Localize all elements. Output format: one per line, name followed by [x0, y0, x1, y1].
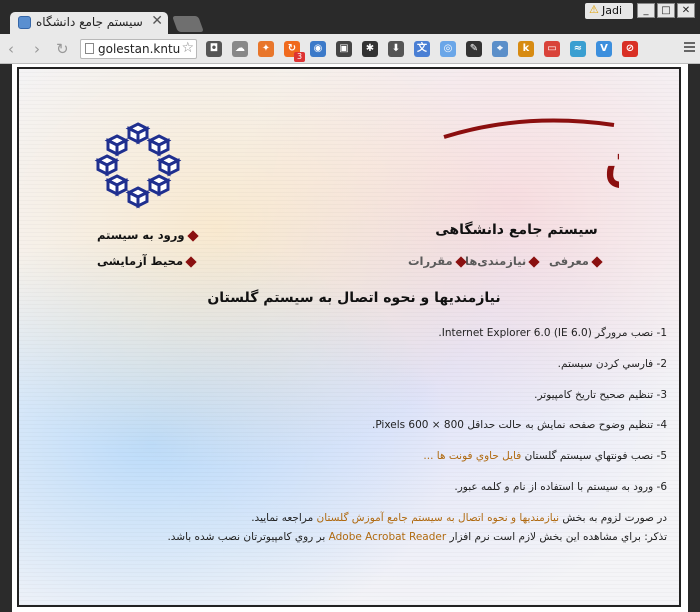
nav-test-env-link[interactable]: محیط آزمایشی	[97, 254, 197, 268]
favicon-icon	[18, 16, 31, 29]
footer-note: در صورت لزوم به بخش نيازمنديها و نحوه ات…	[251, 512, 667, 524]
requirement-item: 4- تنظيم وضوح صفحه نمايش به حالت حداقل P…	[371, 419, 667, 431]
bullet-icon	[591, 255, 603, 268]
new-tab-button[interactable]	[172, 16, 204, 32]
fonts-file-link[interactable]: فايل حاوي فونت ها ...	[423, 450, 521, 462]
requirement-item: 2- فارسي كردن سيستم.	[557, 358, 667, 370]
bullet-icon	[186, 229, 199, 242]
k-icon[interactable]: k	[518, 41, 534, 57]
bookmark-star-icon[interactable]: ☆	[181, 40, 194, 56]
tab-close-icon[interactable]: ✕	[151, 13, 163, 29]
requirement-item: 6- ورود به سيستم با استفاده از نام و كلم…	[454, 481, 667, 493]
wave-icon[interactable]: ≈	[570, 41, 586, 57]
requirement-item: 5- نصب فونتهاي سيستم گلستان فايل حاوي فو…	[423, 450, 667, 462]
address-bar[interactable]: golestan.kntu ☆	[80, 39, 197, 59]
university-logo-icon	[94, 122, 182, 209]
forward-button[interactable]: ›	[34, 40, 40, 58]
acrobat-reader-link[interactable]: Adobe Acrobat Reader	[329, 531, 447, 543]
asterisk-icon[interactable]: ✱	[362, 41, 378, 57]
warning-icon: ⚠	[589, 3, 599, 16]
cloud-icon[interactable]: ☁	[232, 41, 248, 57]
mouse-icon[interactable]: ⌖	[492, 41, 508, 57]
requirement-item: 3- تنظيم صحيح تاريخ كامپيوتر.	[534, 389, 667, 401]
nav-regulations-label: مقررات	[408, 254, 453, 268]
bullet-icon	[185, 255, 197, 268]
pen-icon[interactable]: ✎	[466, 41, 482, 57]
fox-icon[interactable]: ✦	[258, 41, 274, 57]
film-icon[interactable]: ▣	[336, 41, 352, 57]
profile-button[interactable]: ⚠ Jadi	[585, 3, 633, 19]
tab-title: سیستم جامع دانشگاه	[36, 15, 143, 29]
nav-intro-link[interactable]: معرفی	[549, 254, 603, 268]
requirement-item: 1- نصب مرورگر Internet Explorer 6.0 (IE …	[438, 327, 667, 339]
minimize-button[interactable]: _	[637, 3, 655, 18]
extension-badge: 3	[294, 52, 305, 62]
page-viewport: گلستان سیستم جامع دانشگاهی ورود به سیستم…	[12, 64, 688, 612]
page-icon	[85, 43, 94, 54]
nav-requirements-link[interactable]: نیازمندی‌ها	[465, 254, 540, 268]
menu-icon[interactable]	[684, 42, 695, 54]
nav-requirements-label: نیازمندی‌ها	[465, 254, 527, 268]
nav-test-env-label: محیط آزمایشی	[97, 254, 184, 268]
url-text: golestan.kntu	[98, 42, 180, 56]
nav-login-label: ورود به سیستم	[97, 228, 185, 242]
browser-tab[interactable]: سیستم جامع دانشگاه ✕	[10, 12, 168, 34]
pocket-icon[interactable]: ◘	[206, 41, 222, 57]
stop-icon[interactable]: ⊘	[622, 41, 638, 57]
profile-name: Jadi	[602, 4, 623, 17]
title-bar: سیستم جامع دانشگاه ✕ ⚠ Jadi _ □ ✕	[0, 0, 700, 34]
download-icon[interactable]: ⬇	[388, 41, 404, 57]
golestan-brand-logo: گلستان	[443, 118, 619, 192]
golestan-frame: گلستان سیستم جامع دانشگاهی ورود به سیستم…	[17, 67, 681, 607]
svg-text:گلستان: گلستان	[604, 131, 619, 192]
owl-icon[interactable]: ◉	[310, 41, 326, 57]
requirements-guide-link[interactable]: نيازمنديها و نحوه اتصال به سيستم جامع آم…	[317, 512, 560, 524]
reload-button[interactable]: ↻	[56, 40, 69, 58]
site-subtitle: سیستم جامع دانشگاهی	[435, 222, 598, 238]
footer-tip: تذكر: براي مشاهده اين بخش لازم است نرم ا…	[167, 531, 667, 543]
nav-intro-label: معرفی	[549, 254, 589, 268]
bullet-icon	[455, 255, 467, 268]
back-button[interactable]: ‹	[8, 40, 14, 58]
bullet-icon	[528, 255, 540, 268]
nav-regulations-link[interactable]: مقررات	[408, 254, 467, 268]
translate-icon[interactable]: 文	[414, 41, 430, 57]
v-icon[interactable]: V	[596, 41, 612, 57]
page-heading: نیازمندیها و نحوه اتصال به سیستم گلستان	[207, 290, 501, 306]
maximize-button[interactable]: □	[657, 3, 675, 18]
nav-login-link[interactable]: ورود به سیستم	[97, 228, 199, 242]
close-window-button[interactable]: ✕	[677, 3, 695, 18]
browser-toolbar: ‹ › ↻ golestan.kntu ☆ ◘ ☁ ✦ ↻ ◉ ▣ ✱ ⬇ 文 ◎ ✎ ⌖ k ▭ ≈ V ⊘	[0, 34, 700, 64]
screen-icon[interactable]: ▭	[544, 41, 560, 57]
camera-icon[interactable]: ◎	[440, 41, 456, 57]
